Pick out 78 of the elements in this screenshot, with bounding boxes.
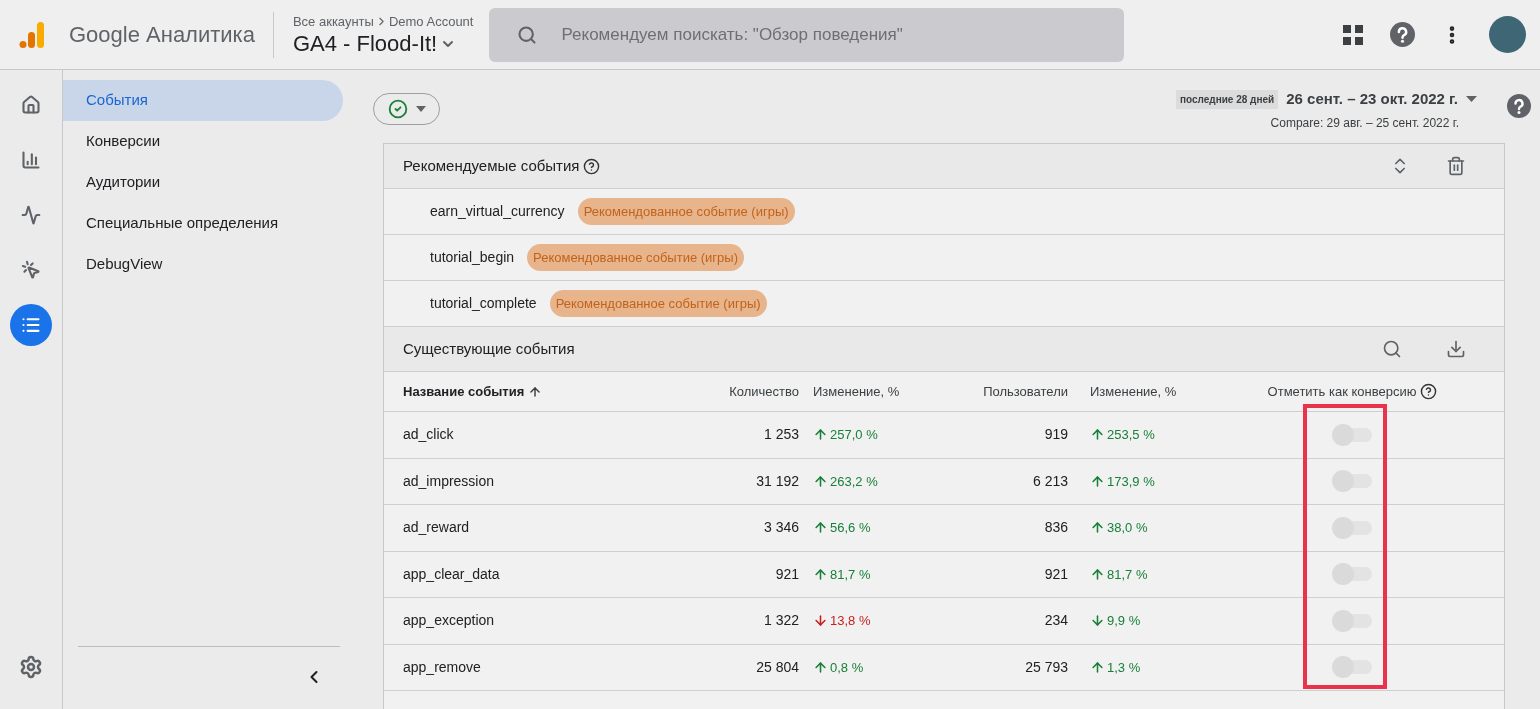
bar-chart-icon	[21, 150, 41, 170]
column-header[interactable]: Количество	[683, 381, 799, 402]
delete-icon[interactable]	[1446, 156, 1466, 176]
help-icon[interactable]	[1420, 383, 1438, 400]
user-count: 6 213	[1031, 471, 1068, 491]
change-percent: 263,2 %	[830, 472, 878, 491]
change-percent: 253,5 %	[1107, 426, 1155, 444]
period-badge: последние 28 дней	[1175, 89, 1279, 109]
search-icon[interactable]	[1382, 339, 1402, 359]
change-percent: 9,9 %	[1107, 612, 1141, 630]
change-percent: 38,0 %	[1107, 519, 1148, 537]
event-name: app_exception	[403, 611, 496, 631]
nav-rail-button[interactable]	[10, 304, 52, 346]
change-percent: 56,6 %	[830, 519, 871, 537]
event-count: 1 253	[762, 425, 799, 445]
property-selector[interactable]: GA4 - Flood-It!	[292, 31, 474, 58]
event-count: 1 322	[762, 611, 799, 631]
section-title: Существующие события	[403, 338, 575, 359]
recommended-tag: Рекомендованное событие (игры)	[549, 289, 767, 318]
cursor-click-icon	[21, 260, 41, 280]
user-count: 836	[1043, 518, 1068, 538]
caret-icon	[415, 106, 426, 112]
change-percent: 13,8 %	[830, 612, 871, 630]
column-header[interactable]: Изменение, %	[1068, 381, 1201, 402]
compare-range: Compare: 29 авг. – 25 сент. 2022 г.	[1270, 114, 1459, 132]
apps-grid-icon[interactable]	[1342, 23, 1364, 46]
change-percent: 1,3 %	[1107, 658, 1141, 677]
caret-icon[interactable]	[1466, 96, 1477, 103]
trend-line-icon	[21, 205, 41, 225]
event-name: tutorial_begin	[430, 248, 515, 267]
breadcrumb-link[interactable]: Все аккаунты	[292, 11, 374, 32]
change-percent: 257,0 %	[830, 426, 878, 444]
avatar[interactable]	[1489, 16, 1526, 53]
user-count: 234	[1043, 611, 1068, 631]
event-count: 31 192	[755, 471, 799, 491]
user-count: 25 793	[1024, 657, 1068, 677]
change-percent: 173,9 %	[1107, 472, 1155, 491]
breadcrumb-current[interactable]: Demo Account	[388, 11, 474, 32]
help-icon[interactable]	[1390, 22, 1415, 47]
change-percent: 81,7 %	[830, 565, 871, 584]
change-percent: 81,7 %	[1107, 565, 1148, 584]
logo-icon	[17, 19, 47, 50]
event-name: ad_click	[403, 425, 455, 445]
search-field[interactable]: Рекомендуем поискать: "Обзор поведения"	[489, 7, 1125, 62]
settings-icon[interactable]	[19, 655, 43, 679]
section-title: Рекомендуемые события	[403, 155, 580, 176]
event-name: tutorial_complete	[430, 294, 537, 313]
column-header[interactable]: Название события	[403, 381, 525, 402]
recommended-tag: Рекомендованное событие (игры)	[527, 243, 744, 272]
search-icon	[517, 24, 538, 45]
product-name: Google Аналитика	[69, 21, 255, 49]
recommended-tag: Рекомендованное событие (игры)	[577, 197, 795, 226]
date-range[interactable]: 26 сент. – 23 окт. 2022 г.	[1286, 88, 1458, 111]
event-name: app_remove	[403, 657, 482, 677]
help-icon[interactable]	[583, 157, 601, 175]
check-circle-icon	[387, 99, 408, 119]
column-header[interactable]: Изменение, %	[799, 381, 913, 402]
sidebar-item[interactable]: Специальные определения	[63, 203, 343, 244]
event-name: ad_reward	[403, 518, 471, 538]
change-percent: 0,8 %	[830, 658, 864, 677]
sidebar-item[interactable]: DebugView	[63, 244, 343, 285]
download-icon[interactable]	[1446, 339, 1466, 359]
event-count: 921	[774, 564, 799, 584]
user-count: 919	[1043, 425, 1068, 445]
list-icon	[21, 315, 41, 335]
event-name: ad_impression	[403, 471, 496, 491]
user-count: 921	[1043, 564, 1068, 584]
column-header[interactable]: Пользователи	[913, 381, 1068, 402]
sidebar-item[interactable]: События	[63, 80, 343, 121]
column-header: Отметить как конверсию	[1267, 382, 1417, 401]
sidebar-item[interactable]: Аудитории	[63, 162, 343, 203]
event-count: 3 346	[762, 518, 799, 538]
event-count: 25 804	[755, 657, 799, 677]
event-name: earn_virtual_currency	[430, 202, 565, 221]
home-icon	[21, 95, 41, 115]
help-icon[interactable]	[1507, 94, 1531, 118]
event-name: app_clear_data	[403, 564, 501, 584]
sidebar-item[interactable]: Конверсии	[63, 121, 343, 162]
